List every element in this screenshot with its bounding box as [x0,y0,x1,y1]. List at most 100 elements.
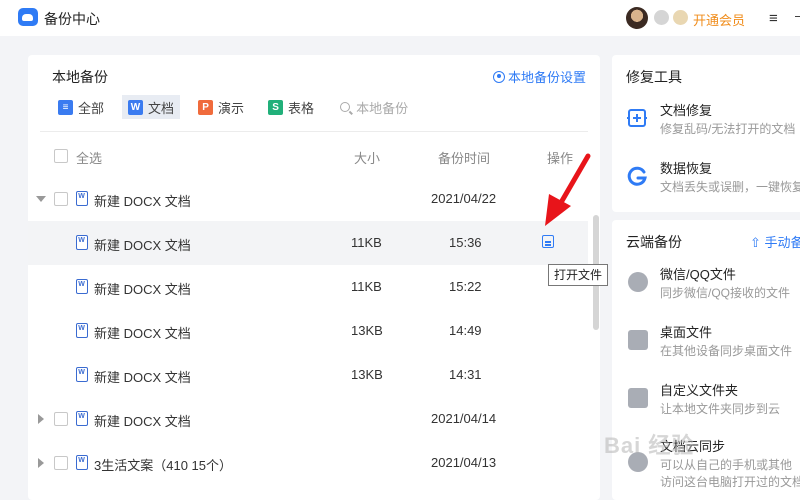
data-recovery-icon [627,166,647,186]
backup-date: 2021/04/13 [431,455,497,470]
upload-icon: ⇧ [750,235,765,250]
size-header: 大小 [354,151,381,166]
table-row[interactable]: 新建 DOCX 文档 11KB 15:22 [28,265,588,309]
filter-label: 全部 [78,100,105,116]
settings-label: 本地备份设置 [508,70,587,85]
file-size: 11KB [351,235,382,250]
cloud-backup-title: 云端备份 [626,234,682,250]
search-input[interactable]: 本地备份 [340,95,408,119]
file-size: 11KB [351,279,382,294]
table-row[interactable]: 新建 DOCX 文档 13KB 14:31 [28,353,588,397]
time-header: 备份时间 [438,151,491,166]
table-header: 全选 大小 备份时间 操作 [28,144,600,168]
file-name: 新建 DOCX 文档 [94,194,191,209]
select-all-checkbox[interactable] [54,149,68,163]
file-name: 3生活文案（410 15个） [94,458,232,473]
row-checkbox[interactable] [54,412,68,426]
open-file-icon[interactable] [542,235,554,248]
backup-date: 2021/04/22 [431,191,497,206]
word-file-icon [76,323,88,338]
cloud-item-desc: 同步微信/QQ接收的文件 [660,286,791,300]
title-bar: 备份中心 开通会员 ≡ – [0,0,800,36]
word-file-icon [76,279,88,294]
excel-icon: S [268,99,284,115]
filter-label: 演示 [218,100,245,116]
folder-icon [628,388,648,408]
file-name: 新建 DOCX 文档 [94,326,191,341]
search-icon [340,102,351,112]
cloud-item-title[interactable]: 微信/QQ文件 [660,264,736,283]
file-size: 13KB [351,367,383,382]
repair-item-desc: 文档丢失或误删，一键恢复 [660,180,800,194]
ppt-icon: P [198,99,214,115]
table-row[interactable]: 新建 DOCX 文档 11KB 15:36 [28,221,588,265]
cloud-item-title[interactable]: 自定义文件夹 [660,380,738,399]
collapse-icon[interactable] [36,196,46,202]
file-name: 新建 DOCX 文档 [94,370,191,385]
watermark: Bai 经验 [604,433,695,458]
local-backup-title: 本地备份 [52,69,108,85]
member-badge-icon[interactable] [654,10,669,25]
red-arrow-annotation [545,153,591,226]
menu-icon[interactable]: ≡ [769,10,778,27]
filter-all[interactable]: ≡ 全部 [52,95,110,119]
backup-time: 14:49 [449,323,482,338]
file-size: 13KB [351,323,383,338]
desktop-icon [628,330,648,350]
filter-presentation[interactable]: P 演示 [192,95,250,119]
table-row[interactable]: 新建 DOCX 文档 2021/04/22 [28,177,588,221]
table-row[interactable]: 3生活文案（410 15个） 2021/04/13 [28,441,588,485]
expand-icon[interactable] [38,458,44,468]
backup-time: 15:36 [449,235,482,250]
minimize-icon[interactable]: – [795,7,800,23]
open-vip-link[interactable]: 开通会员 [693,10,745,29]
repair-item-title[interactable]: 文档修复 [660,100,712,119]
manual-backup-label: 手动备 [764,235,800,250]
manual-backup-link[interactable]: ⇧ 手动备 [750,232,800,251]
app-title: 备份中心 [44,11,100,27]
open-file-tooltip: 打开文件 [548,264,608,286]
select-all-label: 全选 [76,151,103,166]
word-file-icon [76,191,88,206]
cloud-item-desc: 让本地文件夹同步到云 [660,402,781,416]
filter-spreadsheet[interactable]: S 表格 [262,95,320,119]
vip-badge-icon[interactable] [673,10,688,25]
filter-label: 表格 [288,100,315,116]
backup-time: 14:31 [449,367,482,382]
cloud-item-title[interactable]: 桌面文件 [660,322,712,341]
word-file-icon [76,411,88,426]
word-file-icon [76,367,88,382]
local-backup-settings-link[interactable]: 本地备份设置 [493,67,586,86]
file-name: 新建 DOCX 文档 [94,238,191,253]
cloud-logo-icon [18,8,38,26]
cloud-item-desc: 在其他设备同步桌面文件 [660,344,793,358]
avatar[interactable] [626,7,648,29]
all-icon: ≡ [58,99,73,115]
repair-tools-panel: 修复工具 文档修复 修复乱码/无法打开的文档 数据恢复 文档丢失或误删，一键恢复 [612,55,800,212]
file-name: 新建 DOCX 文档 [94,414,191,429]
backup-time: 15:22 [449,279,482,294]
cloud-item-desc: 访问这台电脑打开过的文档 [660,475,800,489]
repair-item-title[interactable]: 数据恢复 [660,158,712,177]
search-placeholder: 本地备份 [356,100,409,116]
backup-date: 2021/04/14 [431,411,497,426]
settings-icon [493,70,505,83]
file-name: 新建 DOCX 文档 [94,282,191,297]
local-backup-panel: 本地备份 本地备份设置 ≡ 全部 W 文档 P 演示 S 表格 本地备份 全选 … [28,55,600,500]
row-checkbox[interactable] [54,456,68,470]
table-row[interactable]: 新建 DOCX 文档 2021/04/14 [28,397,588,441]
row-checkbox[interactable] [54,192,68,206]
chat-icon [628,272,648,292]
divider [40,131,588,132]
filter-label: 文档 [148,100,175,116]
repair-item-desc: 修复乱码/无法打开的文档 [660,122,796,136]
document-repair-icon [627,109,647,127]
word-file-icon [76,235,88,250]
word-icon: W [128,99,144,115]
filter-tabs: ≡ 全部 W 文档 P 演示 S 表格 本地备份 [52,95,408,119]
table-row[interactable]: 新建 DOCX 文档 13KB 14:49 [28,309,588,353]
filter-document[interactable]: W 文档 [122,95,181,119]
word-file-icon [76,455,88,470]
expand-icon[interactable] [38,414,44,424]
repair-tools-title: 修复工具 [626,69,682,85]
